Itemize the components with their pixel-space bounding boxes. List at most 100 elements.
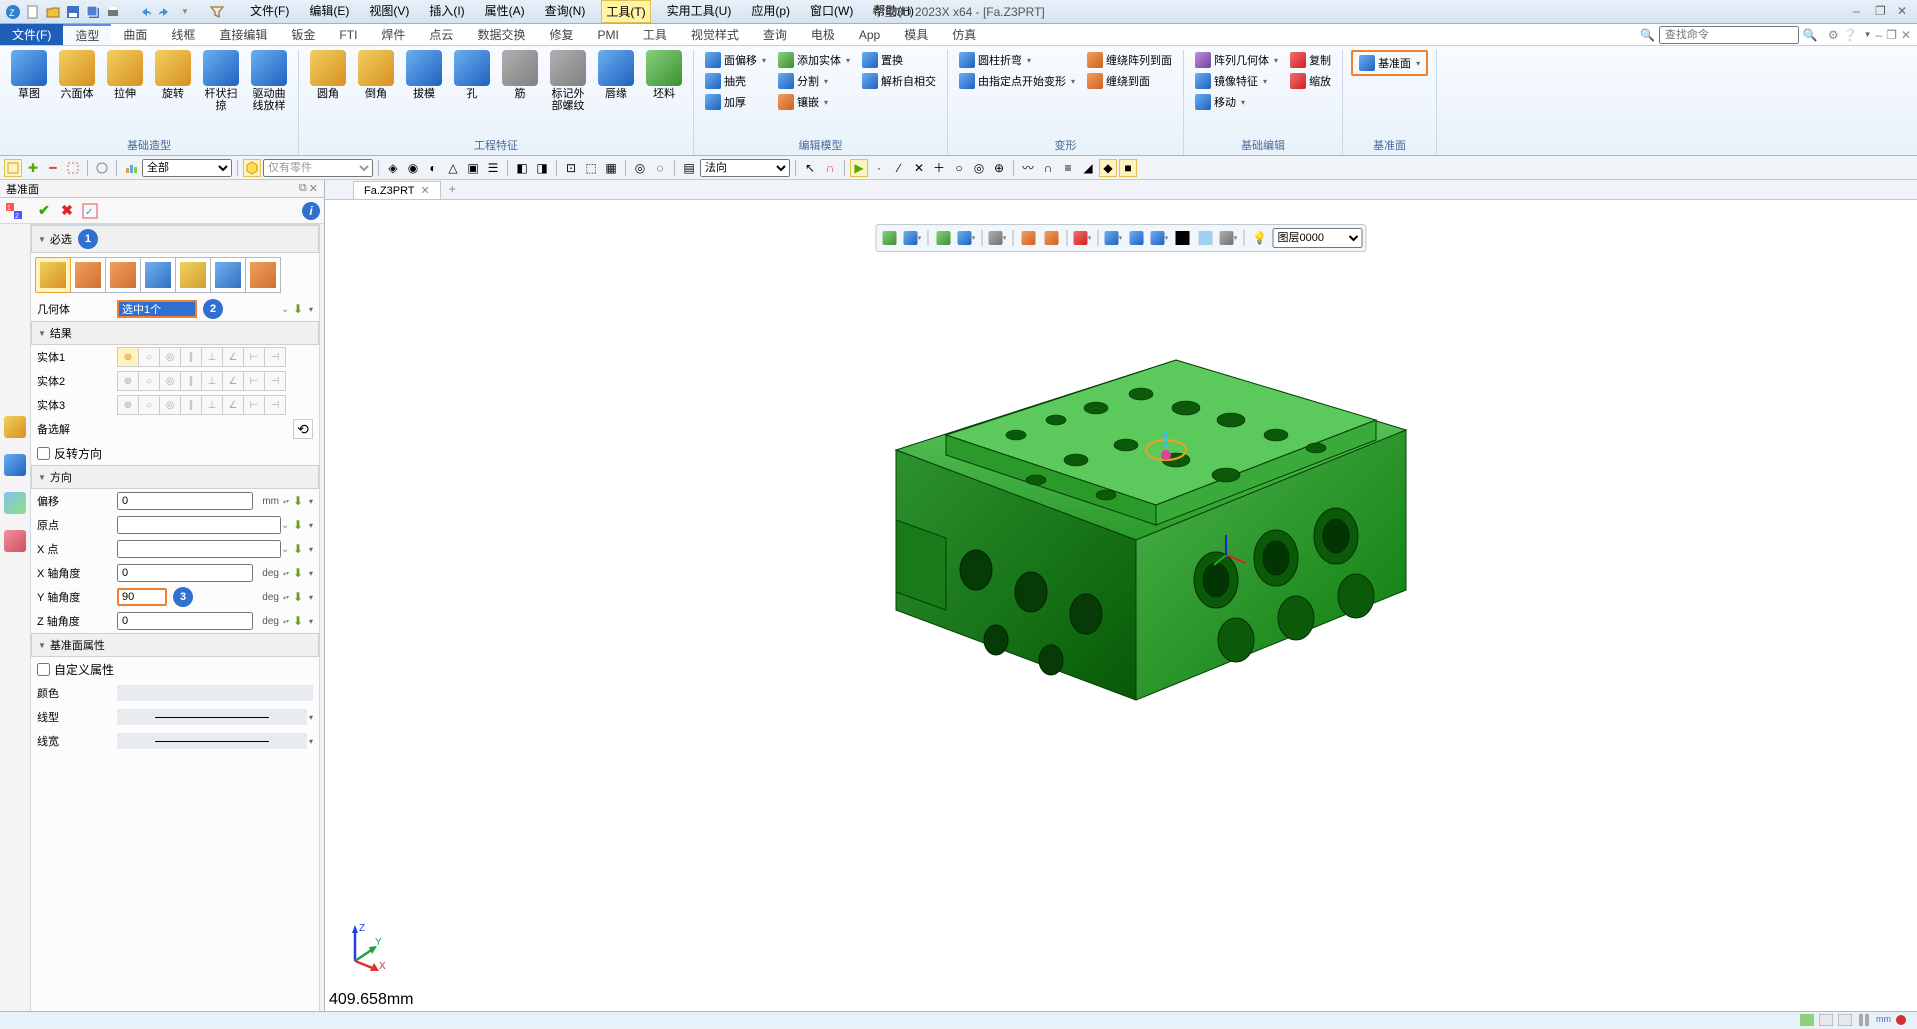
ribbon-tab-mold[interactable]: 模具 — [892, 24, 940, 45]
cylbend-button[interactable]: 圆柱折弯▾ — [956, 50, 1078, 70]
linetype-select[interactable] — [117, 709, 307, 725]
ptdeform-button[interactable]: 由指定点开始变形▾ — [956, 71, 1078, 91]
filter-add-icon[interactable]: ✚ — [24, 159, 42, 177]
patterngeom-button[interactable]: 阵列几何体▾ — [1192, 50, 1281, 70]
s9-icon[interactable]: ∩ — [1039, 159, 1057, 177]
doc-minimize-icon[interactable]: ‒ — [1875, 28, 1882, 42]
vt-bulb-icon[interactable]: 💡 — [1250, 228, 1270, 248]
ribbon-tab-tool[interactable]: 工具 — [631, 24, 679, 45]
lip-button[interactable]: 唇缘 — [595, 50, 637, 100]
sb-unit-icon[interactable]: mm — [1876, 1014, 1892, 1028]
open-icon[interactable] — [44, 3, 62, 21]
vt-fit-icon[interactable] — [1019, 228, 1039, 248]
play-icon[interactable]: ▶ — [850, 159, 868, 177]
faceoffset-button[interactable]: 面偏移▾ — [702, 50, 769, 70]
menu-util[interactable]: 实用工具(U) — [663, 0, 736, 23]
xang-pick-icon[interactable]: ⬇ — [293, 566, 307, 580]
wraparray-button[interactable]: 缠绕阵列到面 — [1084, 50, 1175, 70]
filter-geom-icon[interactable] — [93, 159, 111, 177]
ribbon-tab-model[interactable]: 造型 — [63, 24, 111, 45]
sb-icon3[interactable] — [1838, 1014, 1854, 1028]
ft11-icon[interactable]: ▦ — [602, 159, 620, 177]
zang-pick-icon[interactable]: ⬇ — [293, 614, 307, 628]
e1-parallel-icon[interactable]: ∥ — [180, 347, 202, 367]
extrude-button[interactable]: 拉伸 — [104, 50, 146, 100]
doc-tab-add[interactable]: + — [441, 180, 464, 199]
close-icon[interactable]: ✕ — [1897, 4, 1913, 20]
saveall-icon[interactable] — [84, 3, 102, 21]
ribbon-tab-sheet[interactable]: 钣金 — [279, 24, 327, 45]
doc-restore-icon[interactable]: ❐ — [1886, 28, 1897, 42]
scale-button[interactable]: 缩放 — [1287, 71, 1334, 91]
ft10-icon[interactable]: ⬚ — [582, 159, 600, 177]
ribbon-tab-exchange[interactable]: 数据交换 — [465, 24, 537, 45]
filter-remove-icon[interactable]: ━ — [44, 159, 62, 177]
type-btn-4[interactable] — [140, 257, 176, 293]
e1-mid-icon[interactable]: ⊣ — [264, 347, 286, 367]
menu-insert[interactable]: 插入(I) — [425, 0, 468, 23]
dock-solids-icon[interactable] — [4, 454, 26, 476]
filter-box-icon[interactable] — [64, 159, 82, 177]
undo-icon[interactable] — [136, 3, 154, 21]
vt-target-icon[interactable]: ▾ — [1073, 228, 1093, 248]
e3-c2-icon[interactable]: ○ — [138, 395, 160, 415]
backup-toggle-icon[interactable]: ⟲ — [293, 419, 313, 439]
filter-icon[interactable] — [208, 3, 226, 21]
datumplane-button[interactable]: 基准面▾ — [1351, 50, 1428, 76]
e1-angle-icon[interactable]: ∠ — [222, 347, 244, 367]
yang-input[interactable] — [117, 588, 167, 606]
s1-icon[interactable]: · — [870, 159, 888, 177]
filter-box2-icon[interactable] — [243, 159, 261, 177]
blank-button[interactable]: 坯料 — [643, 50, 685, 100]
linewidth-select[interactable] — [117, 733, 307, 749]
doc-close-icon[interactable]: ✕ — [1901, 28, 1911, 42]
rib-button[interactable]: 筋 — [499, 50, 541, 100]
sb-rec-icon[interactable] — [1895, 1014, 1911, 1028]
vt-iso-icon[interactable]: ▾ — [903, 228, 923, 248]
filter-chart-icon[interactable] — [122, 159, 140, 177]
filter-partonly-select[interactable]: 仅有零件 — [263, 159, 373, 177]
e2-c4-icon[interactable]: ∥ — [180, 371, 202, 391]
s11-icon[interactable]: ◢ — [1079, 159, 1097, 177]
ribbon-tab-fti[interactable]: FTI — [327, 24, 369, 45]
e2-c6-icon[interactable]: ∠ — [222, 371, 244, 391]
thicken-button[interactable]: 加厚 — [702, 92, 769, 112]
vt-layer-icon[interactable]: ▾ — [1150, 228, 1170, 248]
color-swatch[interactable] — [117, 685, 313, 701]
help-dropdown-icon[interactable]: ▼ — [1864, 30, 1872, 39]
s4-icon[interactable]: ＋ — [930, 159, 948, 177]
s3-icon[interactable]: ✕ — [910, 159, 928, 177]
ft4-icon[interactable]: △ — [444, 159, 462, 177]
dock-image-icon[interactable] — [4, 492, 26, 514]
offset-spinner[interactable]: ▴▾ — [283, 498, 293, 505]
menu-apply[interactable]: 应用(p) — [747, 0, 794, 23]
ribbon-tab-surface[interactable]: 曲面 — [111, 24, 159, 45]
ft7-icon[interactable]: ◧ — [513, 159, 531, 177]
mirror-button[interactable]: 镜像特征▾ — [1192, 71, 1281, 91]
e1-perpend-icon[interactable]: ⊥ — [201, 347, 223, 367]
menu-tools[interactable]: 工具(T) — [601, 0, 650, 23]
dock-assembly-icon[interactable] — [4, 416, 26, 438]
section-required[interactable]: 必选 1 — [31, 225, 319, 253]
magnet-icon[interactable]: ∩ — [821, 159, 839, 177]
wrapto-button[interactable]: 缠绕到面 — [1084, 71, 1175, 91]
e1-concentric-icon[interactable]: ◎ — [159, 347, 181, 367]
cursor-icon[interactable]: ↖ — [801, 159, 819, 177]
geometry-pick-icon[interactable]: ⬇ — [293, 302, 307, 316]
redo-icon[interactable] — [156, 3, 174, 21]
addbody-button[interactable]: 添加实体▾ — [775, 50, 853, 70]
restore-icon[interactable]: ❐ — [1875, 4, 1891, 20]
vector-select[interactable]: 法向 — [700, 159, 790, 177]
offset-pick-icon[interactable]: ⬇ — [293, 494, 307, 508]
section-datumprops[interactable]: 基准面属性 — [31, 633, 319, 657]
copy-button[interactable]: 复制 — [1287, 50, 1334, 70]
hole-button[interactable]: 孔 — [451, 50, 493, 100]
command-search[interactable] — [1659, 26, 1799, 44]
vt-shade-icon[interactable]: ▾ — [957, 228, 977, 248]
vt-color2[interactable] — [1196, 228, 1216, 248]
apply-button[interactable]: ✓ — [80, 201, 100, 221]
geometry-tri-icon[interactable]: ▾ — [309, 305, 313, 314]
custom-checkbox[interactable] — [37, 663, 50, 676]
ribbon-tab-query2[interactable]: 查询 — [751, 24, 799, 45]
loft-button[interactable]: 杆状扫掠 — [200, 50, 242, 112]
